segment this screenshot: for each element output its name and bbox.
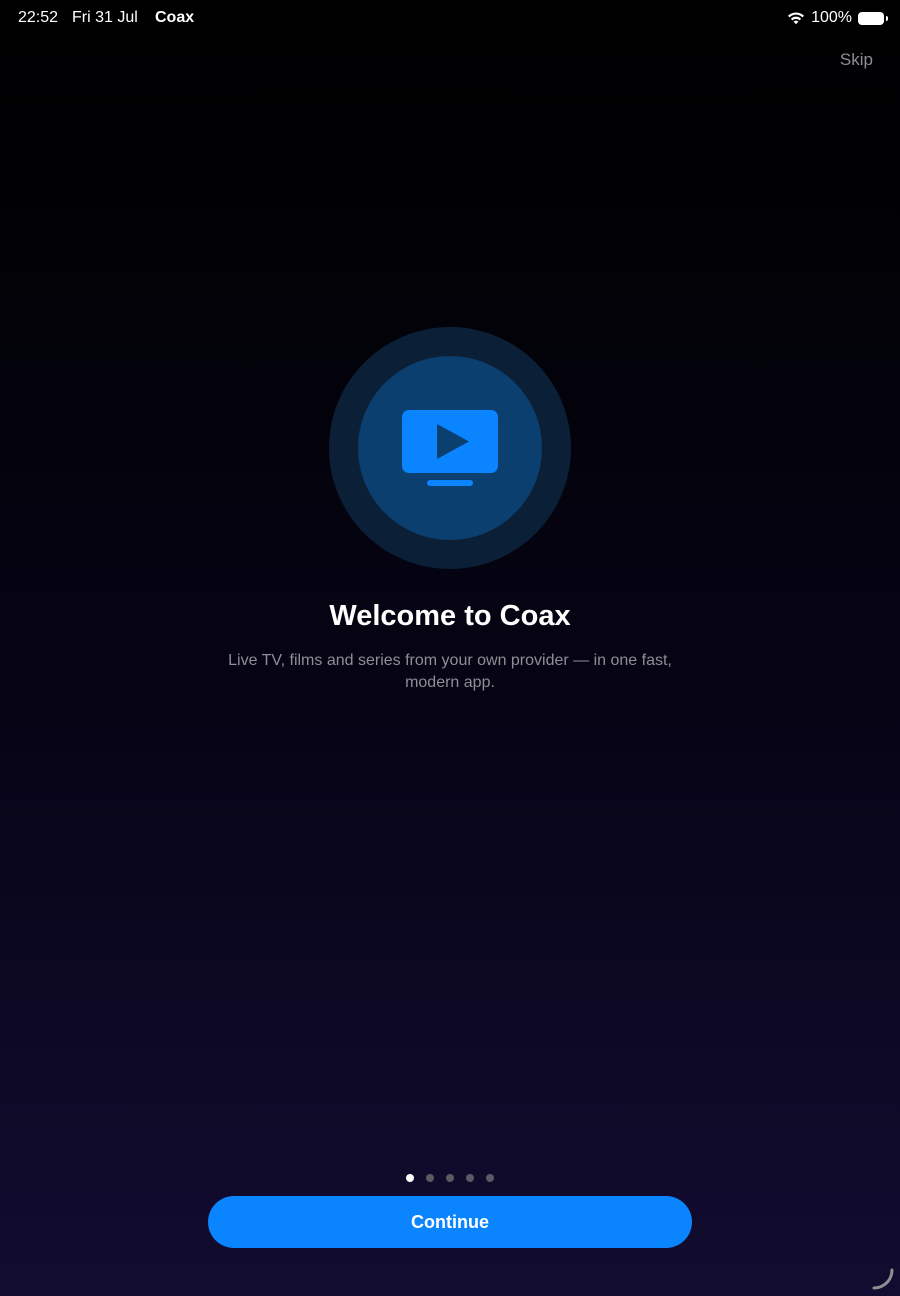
continue-button[interactable]: Continue [208,1196,692,1248]
page-dot-active[interactable] [406,1174,414,1182]
page-dot[interactable] [486,1174,494,1182]
status-date: Fri 31 Jul [72,9,138,26]
page-dot[interactable] [466,1174,474,1182]
wifi-icon [788,12,805,25]
battery-icon [858,11,888,25]
status-time: 22:52 [18,9,59,26]
page-dot[interactable] [446,1174,454,1182]
skip-button[interactable]: Skip [840,50,873,70]
welcome-title: Welcome to Coax [329,600,571,632]
status-indicators: 100% [787,8,888,28]
page-dot[interactable] [426,1174,434,1182]
battery-percentage: 100% [811,9,852,26]
page-indicator [0,1174,900,1182]
corner-arc-icon [872,1268,894,1290]
status-app-name: Coax [155,9,195,26]
status-bar: 22:52 Fri 31 Jul Coax 100% [0,0,900,36]
tv-play-icon [402,410,498,486]
welcome-subtitle: Live TV, films and series from your own … [228,652,672,691]
